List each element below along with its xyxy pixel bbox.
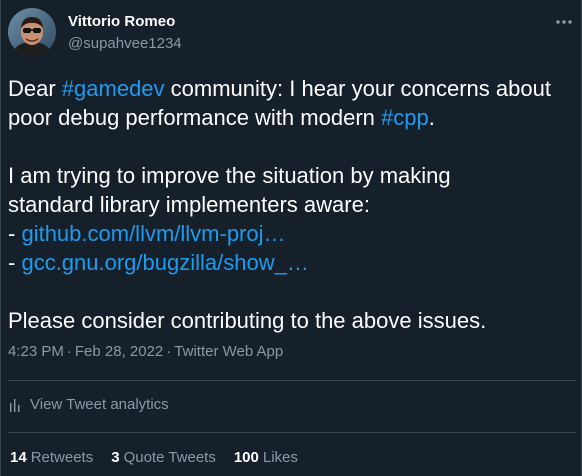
quote-tweets-label: Quote Tweets	[123, 449, 216, 466]
avatar[interactable]	[8, 8, 56, 56]
divider	[8, 380, 576, 381]
tweet-line: - gcc.gnu.org/bugzilla/show_…	[8, 248, 578, 277]
meta-separator: ·	[166, 343, 172, 360]
author-handle[interactable]: @supahvee1234	[68, 35, 182, 53]
retweets-label: Retweets	[30, 449, 94, 466]
tweet-line: I am trying to improve the situation by …	[8, 163, 451, 188]
quote-tweets-count: 3	[111, 449, 120, 466]
likes-stat[interactable]: 100 Likes	[234, 449, 298, 467]
tweet-stats: 14 Retweets 3 Quote Tweets 100 Likes	[10, 449, 316, 467]
tweet-time[interactable]: 4:23 PM	[8, 343, 64, 360]
divider	[8, 432, 576, 433]
link-gcc-bugzilla[interactable]: gcc.gnu.org/bugzilla/show_…	[21, 250, 308, 275]
meta-separator: ·	[66, 343, 72, 360]
likes-count: 100	[233, 449, 259, 466]
tweet-text-segment: community: I hear your concerns about	[164, 76, 551, 101]
avatar-image	[8, 8, 56, 56]
more-horizontal-icon	[556, 20, 572, 24]
tweet-line: Dear #gamedev community: I hear your con…	[8, 74, 578, 103]
tweet-date[interactable]: Feb 28, 2022	[75, 343, 163, 360]
list-dash: -	[8, 250, 22, 275]
hashtag-cpp[interactable]: #cpp	[381, 105, 429, 130]
tweet-line: - github.com/llvm/llvm-proj…	[8, 219, 578, 248]
view-analytics-button[interactable]: View Tweet analytics	[8, 396, 169, 414]
list-dash: -	[8, 221, 22, 246]
analytics-label: View Tweet analytics	[30, 396, 169, 413]
retweets-stat[interactable]: 14 Retweets	[10, 449, 93, 467]
tweet-text-segment: Dear	[8, 76, 62, 101]
tweet-card: Vittorio Romeo @supahvee1234 Dear #gamed…	[0, 0, 582, 476]
tweet-line: poor debug performance with modern #cpp.	[8, 103, 578, 132]
tweet-line: standard library implementers aware:	[8, 192, 370, 217]
retweets-count: 14	[10, 449, 27, 466]
tweet-line: Please consider contributing to the abov…	[8, 308, 487, 333]
tweet-meta: 4:23 PM · Feb 28, 2022 · Twitter Web App	[8, 343, 283, 361]
tweet-text-segment: poor debug performance with modern	[8, 105, 381, 130]
author-name[interactable]: Vittorio Romeo	[68, 13, 175, 31]
bar-chart-icon	[10, 399, 20, 412]
quote-tweets-stat[interactable]: 3 Quote Tweets	[111, 449, 216, 467]
tweet-text-segment: .	[428, 105, 435, 130]
link-github[interactable]: github.com/llvm/llvm-proj…	[21, 221, 285, 246]
tweet-text: Dear #gamedev community: I hear your con…	[8, 74, 578, 335]
hashtag-gamedev[interactable]: #gamedev	[62, 76, 165, 101]
likes-label: Likes	[262, 449, 298, 466]
tweet-source[interactable]: Twitter Web App	[174, 343, 283, 360]
more-options-button[interactable]	[551, 12, 577, 32]
